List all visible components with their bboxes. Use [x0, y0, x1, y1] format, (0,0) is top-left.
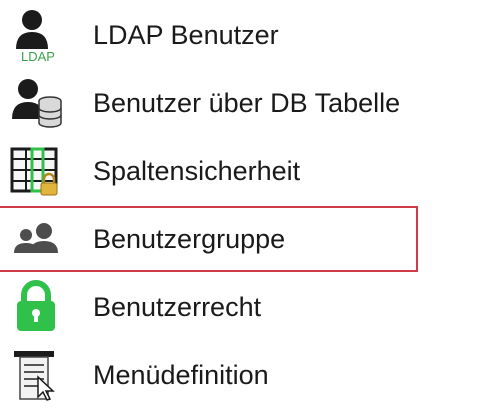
menu-item-label: Menüdefinition — [93, 359, 269, 390]
menu-item-label: Benutzerrecht — [93, 291, 262, 322]
menu-item-benutzer-db-tabelle[interactable]: Benutzer über DB Tabelle — [0, 70, 420, 136]
menu-item-ldap-benutzer[interactable]: LDAP LDAP Benutzer — [0, 2, 420, 68]
menu-item-benutzergruppe[interactable]: Benutzergruppe — [0, 206, 418, 272]
menu-item-menuedefinition[interactable]: Menüdefinition — [0, 342, 420, 408]
user-group-icon — [8, 211, 64, 267]
menu-item-label: LDAP Benutzer — [93, 19, 279, 50]
ldap-user-icon: LDAP — [8, 7, 64, 63]
ldap-caption: LDAP — [21, 49, 55, 63]
menu-item-label: Spaltensicherheit — [93, 155, 301, 186]
settings-menu: LDAP LDAP Benutzer Benutzer über DB Tabe… — [0, 0, 487, 402]
menu-definition-icon — [8, 347, 64, 403]
user-database-icon — [8, 75, 64, 131]
menu-item-label: Benutzergruppe — [93, 223, 286, 254]
menu-item-label: Benutzer über DB Tabelle — [93, 87, 401, 118]
lock-icon — [8, 279, 64, 335]
column-security-icon — [8, 143, 64, 199]
menu-item-benutzerrecht[interactable]: Benutzerrecht — [0, 274, 420, 340]
menu-item-spaltensicherheit[interactable]: Spaltensicherheit — [0, 138, 420, 204]
